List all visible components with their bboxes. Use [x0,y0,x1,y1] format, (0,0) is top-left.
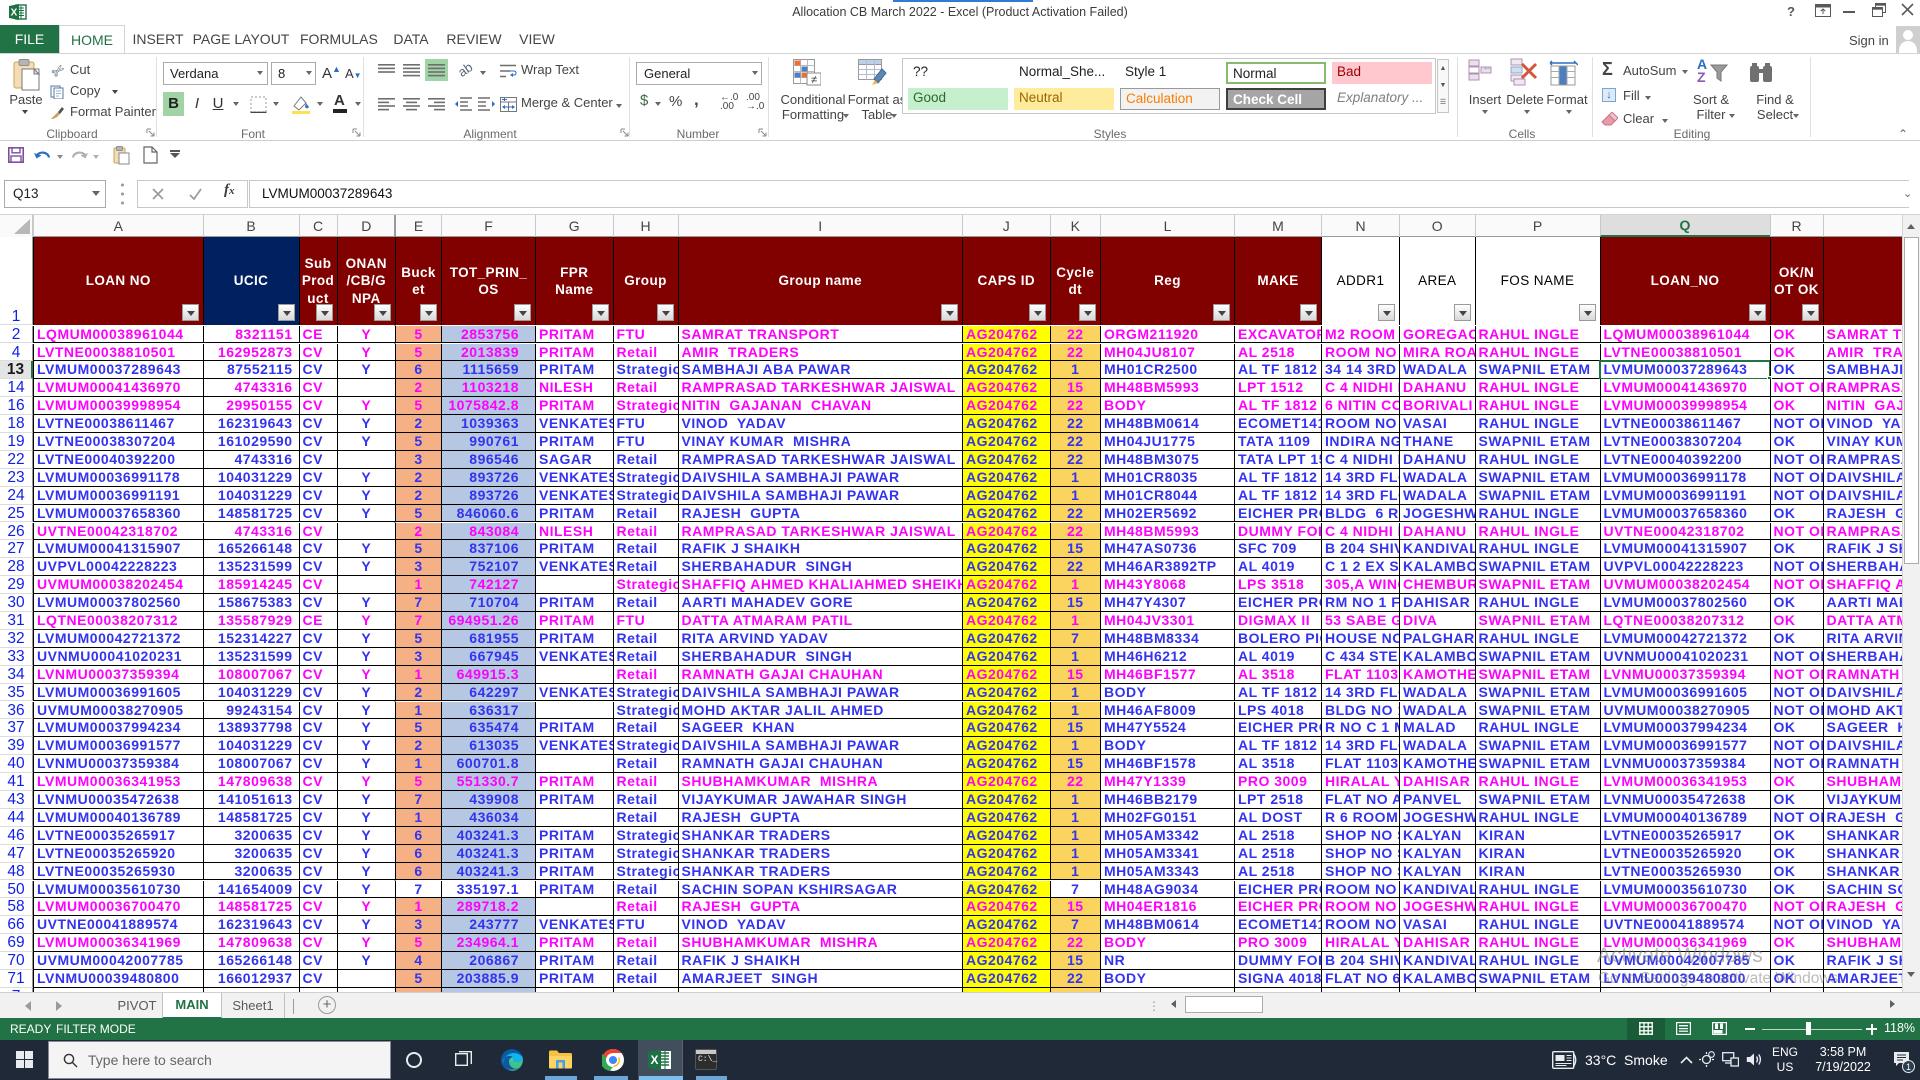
svg-text:X: X [650,1053,658,1067]
svg-text:≠: ≠ [811,74,817,86]
